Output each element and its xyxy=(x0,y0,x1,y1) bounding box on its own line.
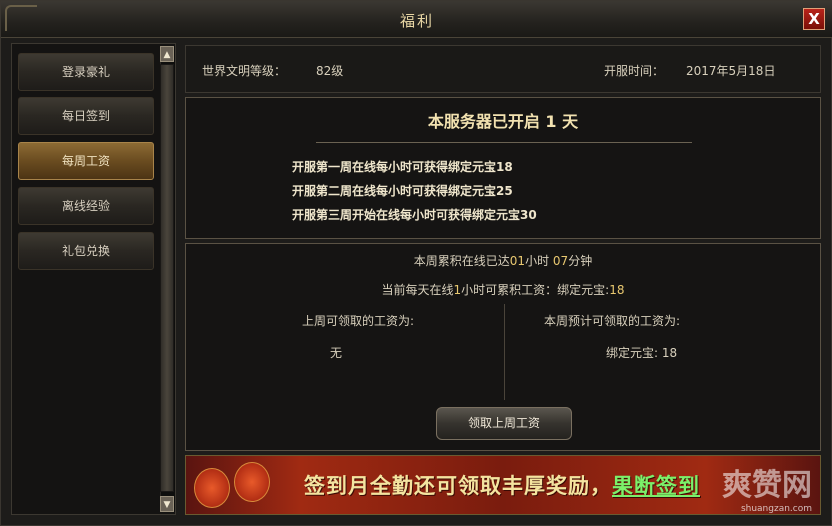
week2-amount: 25 xyxy=(496,184,513,198)
sidebar-item-weekly-wage[interactable]: 每周工资 xyxy=(18,142,154,180)
accum-prefix: 本周累积在线已达 xyxy=(413,254,510,268)
scrollbar-thumb[interactable] xyxy=(160,64,174,492)
server-status-panel: 本服务器已开启 1 天 开服第一周在线每小时可获得绑定元宝18 开服第二周在线每… xyxy=(185,97,821,239)
close-button[interactable]: X xyxy=(803,8,825,30)
welfare-window: 福利 X 登录豪礼 每日签到 每周工资 离线经验 礼包兑换 ▲ ▼ 世界文明等级… xyxy=(0,0,832,526)
signin-now-link[interactable]: 果断签到 xyxy=(612,474,700,498)
civilization-level-label: 世界文明等级： xyxy=(202,64,287,78)
last-week-wage-label: 上周可领取的工资为: xyxy=(302,314,415,328)
this-week-wage-value: 绑定元宝: 18 xyxy=(606,346,678,360)
lantern-icon xyxy=(194,468,230,508)
scroll-up-icon[interactable]: ▲ xyxy=(160,46,174,62)
current-prefix: 当前每天在线 xyxy=(381,283,454,297)
accum-hours: 01 xyxy=(509,254,526,268)
scroll-down-icon[interactable]: ▼ xyxy=(160,496,174,512)
title-bar: 福利 X xyxy=(1,1,832,38)
week3-text: 开服第三周开始在线每小时可获得绑定元宝 xyxy=(292,208,521,222)
sidebar: 登录豪礼 每日签到 每周工资 离线经验 礼包兑换 ▲ ▼ xyxy=(11,43,176,515)
watermark-url: shuangzan.com xyxy=(740,504,812,514)
week1-amount: 18 xyxy=(496,160,513,174)
server-days-value: 1 xyxy=(545,112,557,131)
sidebar-item-offline-exp[interactable]: 离线经验 xyxy=(18,187,154,225)
current-value: 18 xyxy=(609,283,625,297)
week2-text: 开服第二周在线每小时可获得绑定元宝 xyxy=(292,184,497,198)
accumulated-online-time: 本周累积在线已达01小时 07分钟 xyxy=(186,252,820,269)
lantern-icon xyxy=(234,462,270,502)
current-hours: 1 xyxy=(453,283,462,297)
current-wage-rate: 当前每天在线1小时可累积工资：绑定元宝:18 xyxy=(186,281,820,298)
server-days-prefix: 本服务器已开启 xyxy=(427,112,540,131)
weekly-wage-panel: 本周累积在线已达01小时 07分钟 当前每天在线1小时可累积工资：绑定元宝:18… xyxy=(185,243,821,451)
last-week-wage-value: 无 xyxy=(330,346,343,360)
week3-amount: 30 xyxy=(520,208,537,222)
window-title: 福利 xyxy=(399,12,434,30)
week1-reward-line: 开服第一周在线每小时可获得绑定元宝18 xyxy=(292,158,513,175)
banner-text: 签到月全勤还可领取丰厚奖励，果断签到 xyxy=(304,470,700,500)
week3-reward-line: 开服第三周开始在线每小时可获得绑定元宝30 xyxy=(292,206,537,223)
week2-reward-line: 开服第二周在线每小时可获得绑定元宝25 xyxy=(292,182,513,199)
server-days-unit: 天 xyxy=(562,112,579,131)
current-mid: 小时可累积工资：绑定元宝: xyxy=(461,283,610,297)
signin-promo-banner[interactable]: 签到月全勤还可领取丰厚奖励，果断签到 爽赞网 shuangzan.com xyxy=(185,455,821,515)
wage-divider xyxy=(504,304,505,400)
accum-minutes-unit: 分钟 xyxy=(568,254,593,268)
server-days-heading: 本服务器已开启 1 天 xyxy=(186,108,820,132)
open-time-value: 2017年5月18日 xyxy=(686,64,776,78)
accum-minutes: 07 xyxy=(552,254,569,268)
civilization-level-value: 82级 xyxy=(316,64,344,78)
accum-hours-unit: 小时 xyxy=(525,254,550,268)
week1-text: 开服第一周在线每小时可获得绑定元宝 xyxy=(292,160,497,174)
server-info-row: 世界文明等级： 82级 开服时间： 2017年5月18日 xyxy=(185,45,821,93)
this-week-wage-label: 本周预计可领取的工资为: xyxy=(544,314,681,328)
sidebar-item-daily-signin[interactable]: 每日签到 xyxy=(18,97,154,135)
claim-last-week-wage-button[interactable]: 领取上周工资 xyxy=(436,407,572,440)
watermark-logo: 爽赞网 xyxy=(722,468,812,503)
sidebar-item-gift-redeem[interactable]: 礼包兑换 xyxy=(18,232,154,270)
open-time-label: 开服时间： xyxy=(604,64,665,78)
banner-message: 签到月全勤还可领取丰厚奖励， xyxy=(304,474,612,498)
sidebar-item-login-gift[interactable]: 登录豪礼 xyxy=(18,53,154,91)
heading-divider xyxy=(316,142,692,143)
